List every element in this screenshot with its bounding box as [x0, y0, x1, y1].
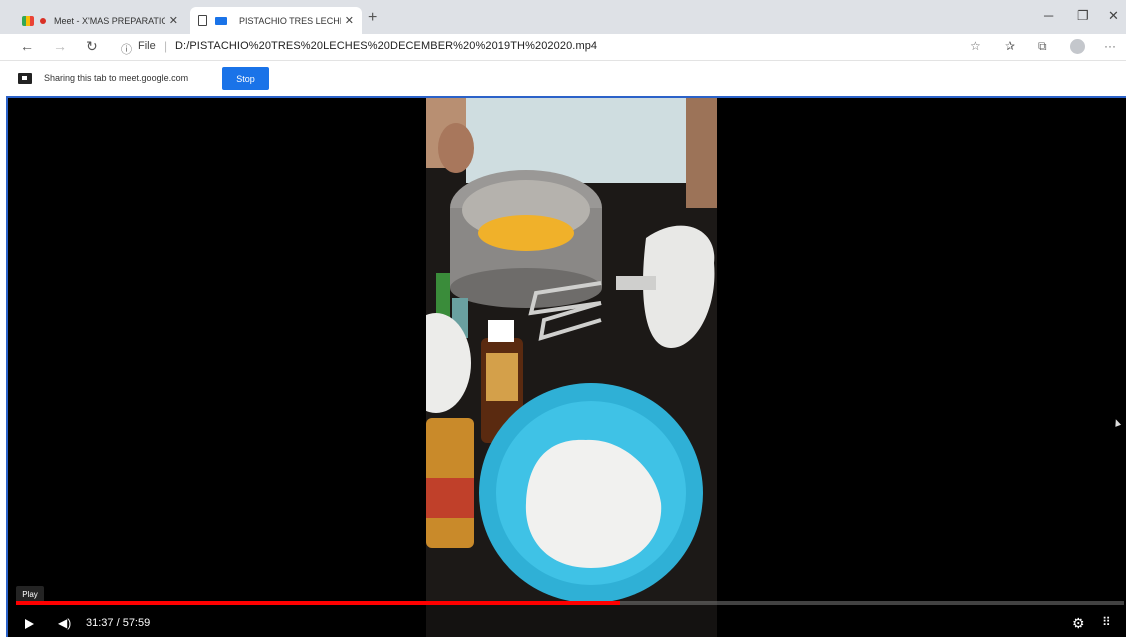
profile-avatar[interactable] [1070, 39, 1085, 54]
google-meet-icon [22, 15, 34, 26]
gear-icon[interactable]: ⚙ [1072, 615, 1085, 632]
favorites-icon[interactable]: ✰ [1005, 39, 1015, 53]
volume-icon[interactable]: ◀) [58, 616, 71, 630]
play-icon[interactable] [25, 619, 34, 629]
tab-sharing-icon [215, 16, 227, 25]
tab-title: Meet - X'MAS PREPARATIO [54, 15, 165, 26]
stop-sharing-button[interactable]: Stop [222, 67, 269, 90]
screen-share-icon [18, 73, 32, 84]
arrow-right-icon[interactable]: → [53, 38, 67, 54]
restore-icon[interactable]: ❐ [1077, 8, 1089, 24]
address-separator: | [164, 39, 168, 53]
more-menu-icon[interactable]: ··· [1104, 39, 1116, 53]
scheme-label: File [138, 40, 156, 52]
close-tab-icon[interactable]: ✕ [169, 14, 178, 27]
minimize-icon[interactable]: ─ [1044, 8, 1053, 23]
tab-meet[interactable]: Meet - X'MAS PREPARATIO ✕ [14, 7, 186, 34]
info-icon[interactable]: ⓘ [121, 41, 132, 57]
progress-bar[interactable] [16, 601, 1124, 605]
mouse-cursor-icon [1112, 418, 1122, 427]
new-tab-button[interactable]: + [368, 9, 377, 27]
page-icon [198, 15, 207, 26]
player-controls: ◀) 31:37 / 57:59 ⚙ ⠿ [6, 610, 1126, 637]
exit-fullscreen-icon[interactable]: ⠿ [1102, 615, 1111, 629]
close-tab-icon[interactable]: ✕ [345, 14, 354, 27]
sharing-message: Sharing this tab to meet.google.com [44, 73, 189, 83]
arrow-left-icon[interactable]: ← [20, 38, 34, 54]
tab-strip: Meet - X'MAS PREPARATIO ✕ PISTACHIO TRES… [0, 0, 1126, 34]
reload-icon[interactable]: ↻ [86, 38, 98, 55]
time-display: 31:37 / 57:59 [86, 617, 151, 629]
collections-icon[interactable]: ⧉ [1038, 39, 1047, 54]
close-window-icon[interactable]: ✕ [1108, 8, 1119, 24]
video-frame [426, 98, 717, 637]
sharing-infobar: Sharing this tab to meet.google.com Stop [0, 60, 1126, 96]
recording-dot-icon [40, 17, 46, 24]
tab-video[interactable]: PISTACHIO TRES LECHES D ✕ [190, 7, 362, 34]
tab-title: PISTACHIO TRES LECHES D [239, 15, 341, 26]
video-player[interactable] [6, 96, 1126, 637]
address-bar: ← → ↻ ⓘ File | D:/PISTACHIO%20TRES%20LEC… [0, 34, 1126, 60]
url-field[interactable]: D:/PISTACHIO%20TRES%20LECHES%20DECEMBER%… [175, 40, 597, 52]
progress-played [16, 601, 620, 605]
star-icon[interactable]: ☆ [970, 39, 981, 53]
